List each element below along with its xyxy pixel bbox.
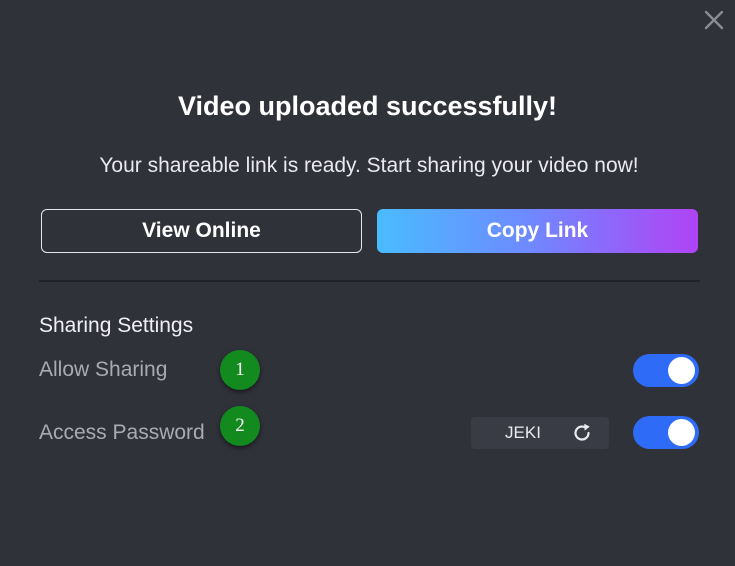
divider	[39, 280, 700, 282]
allow-sharing-toggle[interactable]	[633, 354, 699, 387]
annotation-marker-2: 2	[220, 406, 260, 446]
access-password-field: JEKI	[471, 417, 609, 449]
annotation-marker-1: 1	[220, 350, 260, 390]
refresh-icon[interactable]	[571, 422, 593, 444]
sharing-settings-title: Sharing Settings	[39, 314, 194, 337]
dialog-subtitle: Your shareable link is ready. Start shar…	[99, 154, 639, 177]
dialog-title: Video uploaded successfully!	[177, 91, 558, 121]
close-icon[interactable]	[703, 9, 725, 31]
access-password-value: JEKI	[505, 423, 541, 442]
toggle-knob	[668, 357, 695, 384]
view-online-button[interactable]: View Online	[41, 209, 362, 253]
allow-sharing-label: Allow Sharing	[39, 358, 168, 381]
access-password-label: Access Password	[39, 421, 205, 444]
upload-success-dialog: Video uploaded successfully! Your sharea…	[0, 0, 735, 566]
access-password-toggle[interactable]	[633, 416, 699, 449]
copy-link-button[interactable]: Copy Link	[377, 209, 698, 253]
toggle-knob	[668, 419, 695, 446]
